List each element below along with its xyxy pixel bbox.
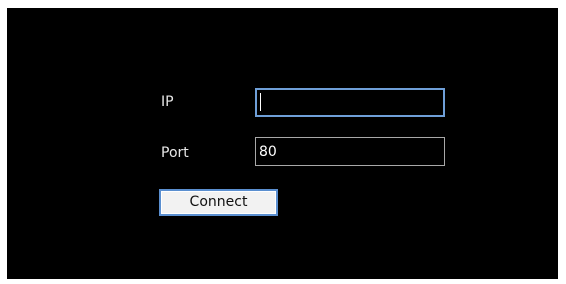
text-cursor — [260, 93, 261, 111]
connect-window: IP Port Connect — [7, 8, 558, 279]
port-input[interactable] — [255, 137, 445, 166]
ip-label: IP — [161, 94, 174, 110]
port-label: Port — [161, 145, 189, 161]
connect-button[interactable]: Connect — [159, 189, 278, 216]
ip-input[interactable] — [255, 88, 445, 117]
